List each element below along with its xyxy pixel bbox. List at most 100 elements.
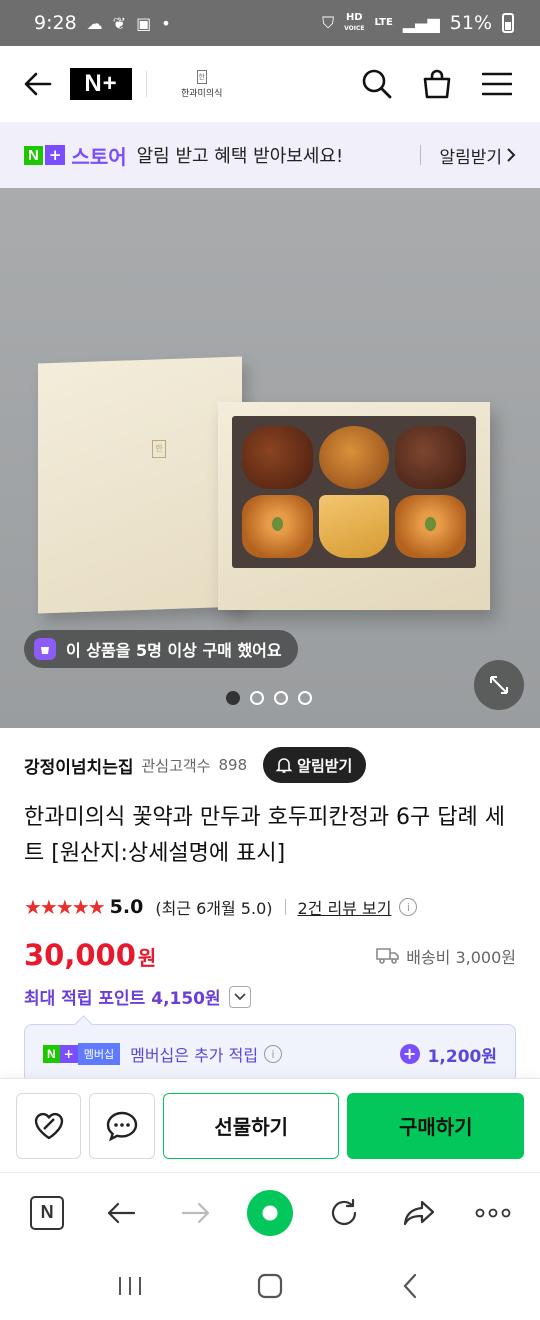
naver-plus-logo[interactable]: N+ <box>70 68 132 100</box>
status-time: 9:28 <box>34 12 77 34</box>
image-icon: ▣ <box>136 13 152 33</box>
carousel-dot[interactable] <box>250 691 264 705</box>
carousel-indicator <box>226 691 312 705</box>
seller-name[interactable]: 강정이넘치는집 <box>24 753 133 778</box>
header-actions <box>358 65 516 103</box>
shop-logo[interactable]: 한 한과미의식 <box>181 69 223 99</box>
arrow-right-icon <box>181 1202 209 1223</box>
green-home-button[interactable] <box>245 1188 295 1238</box>
plus-circle-icon: + <box>399 1044 420 1064</box>
fans-count: 898 <box>218 756 248 774</box>
info-icon[interactable]: i <box>264 1045 283 1063</box>
max-points-row[interactable]: 최대 적립 포인트 4,150원 <box>24 984 251 1009</box>
sweets-tray <box>232 416 476 568</box>
hamburger-menu-icon <box>482 72 512 96</box>
share-button[interactable] <box>394 1188 444 1238</box>
browser-back-button[interactable] <box>96 1188 146 1238</box>
recent-rating: (최근 6개월 5.0) <box>155 899 273 918</box>
more-button[interactable] <box>468 1188 518 1238</box>
truck-icon <box>376 948 400 964</box>
seller-alert-button[interactable]: 알림받기 <box>263 747 367 783</box>
buy-now-button[interactable]: 구매하기 <box>347 1092 524 1159</box>
membership-points-value: 1,200원 <box>427 1046 497 1067</box>
arrow-left-icon <box>108 1202 136 1223</box>
status-left: 9:28 ☁ ❦ ▣ • <box>34 12 171 34</box>
flower-yakgwa-sweet <box>395 495 466 558</box>
app-header: N+ 한 한과미의식 <box>0 46 540 122</box>
lte-indicator: LTE <box>374 17 393 28</box>
browser-forward-button[interactable] <box>171 1188 221 1238</box>
mandugwa-sweet <box>318 495 390 558</box>
expand-image-button[interactable] <box>474 660 524 710</box>
search-button[interactable] <box>358 65 396 103</box>
product-image-carousel[interactable]: 한 이 상품을 5명 이상 구매 했어요 <box>0 188 540 728</box>
price-value: 30,000 <box>24 938 136 972</box>
cart-button[interactable] <box>418 65 456 103</box>
more-dots-icon <box>475 1208 511 1217</box>
hd-voice-indicator: HD VOICE <box>344 11 365 32</box>
chat-bubble-icon <box>107 1111 138 1141</box>
shipping-info: 배송비 3,000원 <box>376 944 516 968</box>
recent-apps-button[interactable] <box>105 1261 155 1311</box>
search-icon <box>362 69 392 99</box>
star-rating-icons: ★★★★★ <box>24 895 106 919</box>
browser-toolbar: N <box>0 1172 540 1252</box>
badge-membership-word: 멤버십 <box>77 1043 121 1065</box>
membership-text: 멤버십은 추가 적립 <box>130 1046 259 1065</box>
shopping-bag-icon <box>423 69 451 99</box>
shipping-fee: 배송비 3,000원 <box>406 948 516 967</box>
reviews-link[interactable]: 2건 리뷰 보기 <box>298 895 392 919</box>
expand-icon <box>490 676 508 694</box>
pecan-sweet <box>242 426 313 489</box>
chevron-left-icon <box>403 1273 417 1299</box>
arrow-left-icon <box>24 72 52 96</box>
back-button[interactable] <box>18 64 58 104</box>
store-alert-link-label: 알림받기 <box>439 147 502 168</box>
gift-button[interactable]: 선물하기 <box>162 1092 340 1159</box>
buyer-count-text: 이 상품을 5명 이상 구매 했어요 <box>66 641 282 660</box>
membership-points: + 1,200원 <box>399 1042 497 1067</box>
data-saver-icon: ⛉ <box>322 13 335 32</box>
signal-icon: ▂▄▆ <box>402 13 440 33</box>
store-banner-divider <box>420 145 422 165</box>
carousel-dot[interactable] <box>226 691 240 705</box>
bell-plus-icon <box>275 758 293 773</box>
home-button[interactable] <box>245 1261 295 1311</box>
status-right: ⛉ HD VOICE LTE ▂▄▆ 51% <box>322 12 514 34</box>
seller-alert-label: 알림받기 <box>297 756 353 775</box>
membership-points-box: N + 멤버십 멤버십은 추가 적립 i + 1,200원 <box>24 1024 516 1084</box>
menu-button[interactable] <box>478 65 516 103</box>
battery-icon <box>502 13 514 33</box>
carousel-dot[interactable] <box>274 691 288 705</box>
shopping-bag-icon <box>34 638 56 660</box>
shop-logo-name: 한과미의식 <box>181 88 223 99</box>
naver-n-icon: N <box>30 1195 65 1230</box>
seller-row: 강정이넘치는집 관심고객수 898 알림받기 <box>24 746 516 784</box>
recent-apps-icon <box>119 1277 141 1295</box>
chevron-right-icon <box>507 148 516 162</box>
walnut-sweet <box>395 426 466 489</box>
info-icon[interactable]: i <box>399 898 418 916</box>
naver-home-button[interactable]: N <box>22 1188 72 1238</box>
refresh-button[interactable] <box>319 1188 369 1238</box>
store-alert-link[interactable]: 알림받기 <box>439 143 516 168</box>
gift-box-lid <box>38 356 242 614</box>
chevron-down-icon[interactable] <box>228 985 251 1008</box>
battery-percent: 51% <box>449 12 492 34</box>
cloud-icon: ☁ <box>86 13 103 33</box>
rating-row: ★★★★★ 5.0 (최근 6개월 5.0) 2건 리뷰 보기 i <box>24 893 418 921</box>
wishlist-button[interactable] <box>16 1092 82 1159</box>
box-emblem: 한 <box>152 440 166 458</box>
flower-yakgwa-sweet <box>318 426 390 489</box>
max-points-text: 최대 적립 포인트 4,150원 <box>24 989 221 1009</box>
store-banner-message: 알림 받고 혜택 받아보세요! <box>136 146 344 167</box>
fans-label: 관심고객수 <box>141 756 211 775</box>
carousel-dot[interactable] <box>298 691 312 705</box>
talk-button[interactable] <box>89 1092 155 1159</box>
android-nav-bar <box>0 1252 540 1320</box>
system-back-button[interactable] <box>385 1261 435 1311</box>
buyer-count-badge: 이 상품을 5명 이상 구매 했어요 <box>24 630 298 668</box>
naver-plus-store-badge: N + 스토어 <box>24 141 127 170</box>
status-bar: 9:28 ☁ ❦ ▣ • ⛉ HD VOICE LTE ▂▄▆ 51% <box>0 0 540 46</box>
flower-yakgwa-sweet <box>242 495 313 558</box>
